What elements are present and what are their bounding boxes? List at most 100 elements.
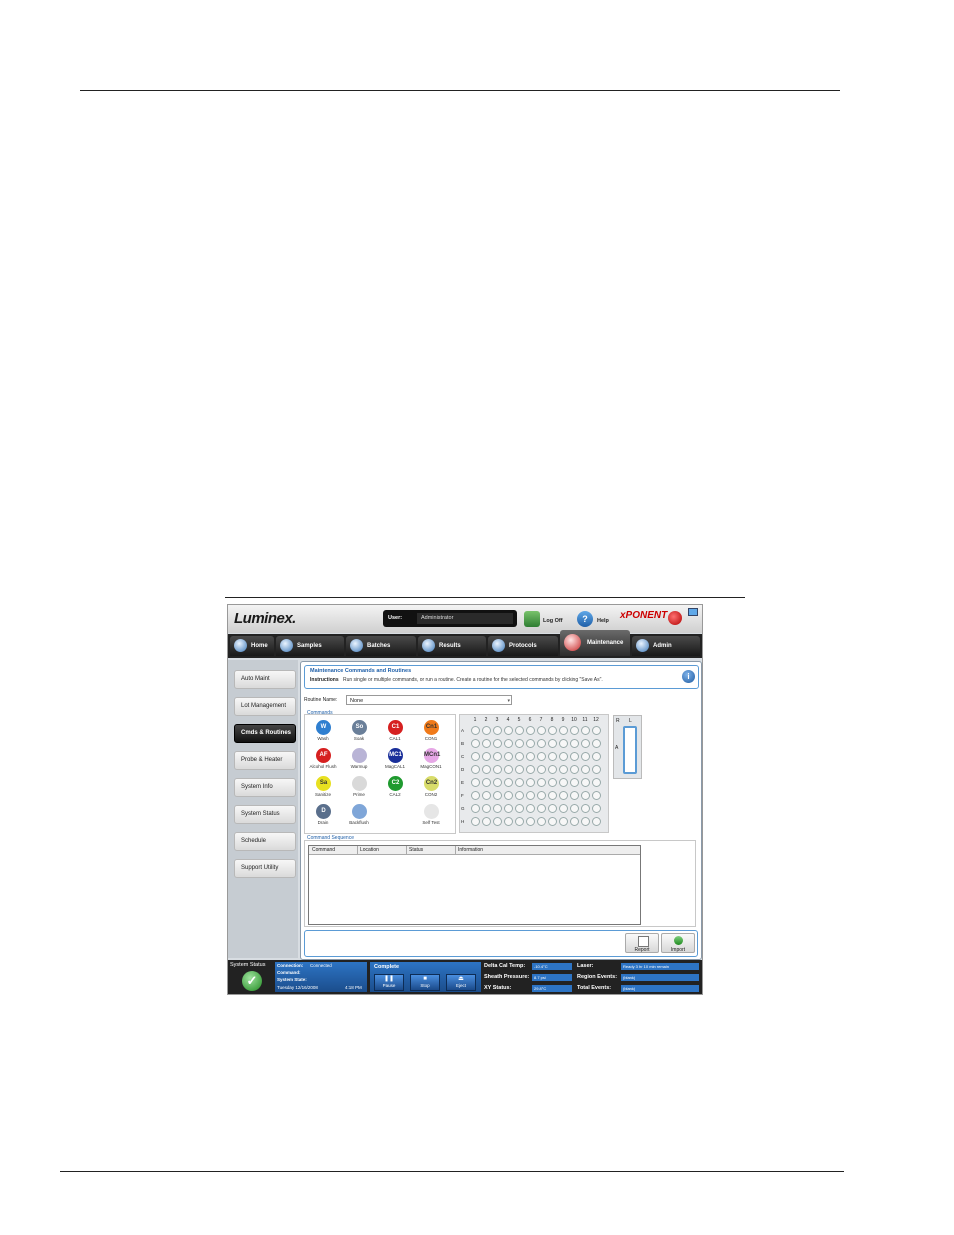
- column-header-information[interactable]: Information: [458, 847, 483, 853]
- command-button[interactable]: Cn1 CON1: [417, 720, 445, 746]
- plate-well[interactable]: [515, 778, 524, 787]
- plate-well[interactable]: [471, 752, 480, 761]
- eject-button[interactable]: ⏏ Eject: [446, 974, 476, 991]
- command-button[interactable]: W Wash: [309, 720, 337, 746]
- plate-column-header[interactable]: 5: [514, 717, 524, 723]
- plate-well[interactable]: [537, 817, 546, 826]
- plate-well[interactable]: [526, 778, 535, 787]
- sidebar-item-system-status[interactable]: System Status: [234, 805, 296, 824]
- command-button[interactable]: D Drain: [309, 804, 337, 830]
- plate-well[interactable]: [526, 791, 535, 800]
- plate-well[interactable]: [493, 817, 502, 826]
- logoff-label[interactable]: Log Off: [543, 618, 563, 624]
- plate-column-header[interactable]: 10: [569, 717, 579, 723]
- tab-maintenance[interactable]: Maintenance: [560, 630, 630, 656]
- command-button[interactable]: MC1 MagCAL1: [381, 748, 409, 774]
- plate-row-header[interactable]: G: [461, 806, 469, 811]
- plate-well[interactable]: [559, 752, 568, 761]
- plate-row-header[interactable]: D: [461, 767, 469, 772]
- plate-well[interactable]: [482, 752, 491, 761]
- plate-well[interactable]: [559, 765, 568, 774]
- plate-well[interactable]: [515, 752, 524, 761]
- tab-batches[interactable]: Batches: [346, 636, 416, 656]
- plate-well[interactable]: [581, 752, 590, 761]
- sidebar-item-lot-management[interactable]: Lot Management: [234, 697, 296, 716]
- plate-well[interactable]: [592, 804, 601, 813]
- plate-row-header[interactable]: F: [461, 793, 469, 798]
- plate-well[interactable]: [526, 739, 535, 748]
- plate-well[interactable]: [526, 765, 535, 774]
- plate-well[interactable]: [559, 791, 568, 800]
- plate-well[interactable]: [493, 804, 502, 813]
- help-label[interactable]: Help: [597, 618, 609, 624]
- plate-well[interactable]: [548, 804, 557, 813]
- plate-well[interactable]: [526, 804, 535, 813]
- plate-well[interactable]: [559, 804, 568, 813]
- column-header-location[interactable]: Location: [360, 847, 379, 853]
- plate-well[interactable]: [493, 791, 502, 800]
- tab-results[interactable]: Results: [418, 636, 486, 656]
- plate-well[interactable]: [570, 726, 579, 735]
- plate-well[interactable]: [482, 765, 491, 774]
- plate-well[interactable]: [504, 765, 513, 774]
- pause-button[interactable]: ❚❚ Pause: [374, 974, 404, 991]
- plate-well[interactable]: [570, 804, 579, 813]
- plate-well[interactable]: [581, 765, 590, 774]
- plate-well[interactable]: [537, 778, 546, 787]
- plate-well[interactable]: [537, 739, 546, 748]
- plate-well[interactable]: [493, 778, 502, 787]
- plate-well[interactable]: [493, 752, 502, 761]
- command-button[interactable]: So Soak: [345, 720, 373, 746]
- plate-well[interactable]: [471, 778, 480, 787]
- logoff-icon[interactable]: [524, 611, 540, 627]
- plate-well[interactable]: [493, 726, 502, 735]
- plate-well[interactable]: [548, 765, 557, 774]
- plate-well[interactable]: [548, 778, 557, 787]
- command-button[interactable]: C2 CAL2: [381, 776, 409, 802]
- plate-well[interactable]: [504, 752, 513, 761]
- plate-column-header[interactable]: 7: [536, 717, 546, 723]
- sidebar-item-support-utility[interactable]: Support Utility: [234, 859, 296, 878]
- command-button[interactable]: Prime: [345, 776, 373, 802]
- plate-well[interactable]: [504, 739, 513, 748]
- reservoir-slot[interactable]: [623, 726, 637, 774]
- plate-well[interactable]: [592, 778, 601, 787]
- sidebar-item-probe-heater[interactable]: Probe & Heater: [234, 751, 296, 770]
- command-button[interactable]: AF Alcohol Flush: [309, 748, 337, 774]
- plate-well[interactable]: [581, 791, 590, 800]
- plate-well[interactable]: [515, 739, 524, 748]
- plate-well[interactable]: [515, 804, 524, 813]
- plate-well[interactable]: [559, 726, 568, 735]
- plate-well[interactable]: [504, 817, 513, 826]
- stop-button[interactable]: ■ Stop: [410, 974, 440, 991]
- plate-well[interactable]: [592, 791, 601, 800]
- column-header-command[interactable]: Command: [312, 847, 335, 853]
- plate-row-header[interactable]: B: [461, 741, 469, 746]
- plate-well[interactable]: [559, 817, 568, 826]
- plate-column-header[interactable]: 6: [525, 717, 535, 723]
- plate-well[interactable]: [537, 791, 546, 800]
- plate-well[interactable]: [548, 817, 557, 826]
- command-button[interactable]: Sa Sanitize: [309, 776, 337, 802]
- plate-well[interactable]: [504, 726, 513, 735]
- plate-well[interactable]: [570, 817, 579, 826]
- plate-well[interactable]: [482, 804, 491, 813]
- info-icon[interactable]: i: [682, 670, 695, 683]
- plate-column-header[interactable]: 4: [503, 717, 513, 723]
- plate-column-header[interactable]: 3: [492, 717, 502, 723]
- plate-well[interactable]: [471, 739, 480, 748]
- plate-well[interactable]: [537, 765, 546, 774]
- plate-well[interactable]: [504, 804, 513, 813]
- plate-row-header[interactable]: C: [461, 754, 469, 759]
- plate-column-header[interactable]: 1: [470, 717, 480, 723]
- chevron-down-icon[interactable]: ▾: [507, 696, 510, 706]
- plate-well[interactable]: [592, 752, 601, 761]
- plate-well[interactable]: [515, 791, 524, 800]
- plate-well[interactable]: [515, 726, 524, 735]
- plate-well[interactable]: [581, 726, 590, 735]
- plate-well[interactable]: [482, 778, 491, 787]
- plate-well[interactable]: [537, 752, 546, 761]
- sidebar-item-cmds-routines[interactable]: Cmds & Routines: [234, 724, 296, 743]
- sidebar-item-auto-maint[interactable]: Auto Maint: [234, 670, 296, 689]
- plate-well[interactable]: [471, 817, 480, 826]
